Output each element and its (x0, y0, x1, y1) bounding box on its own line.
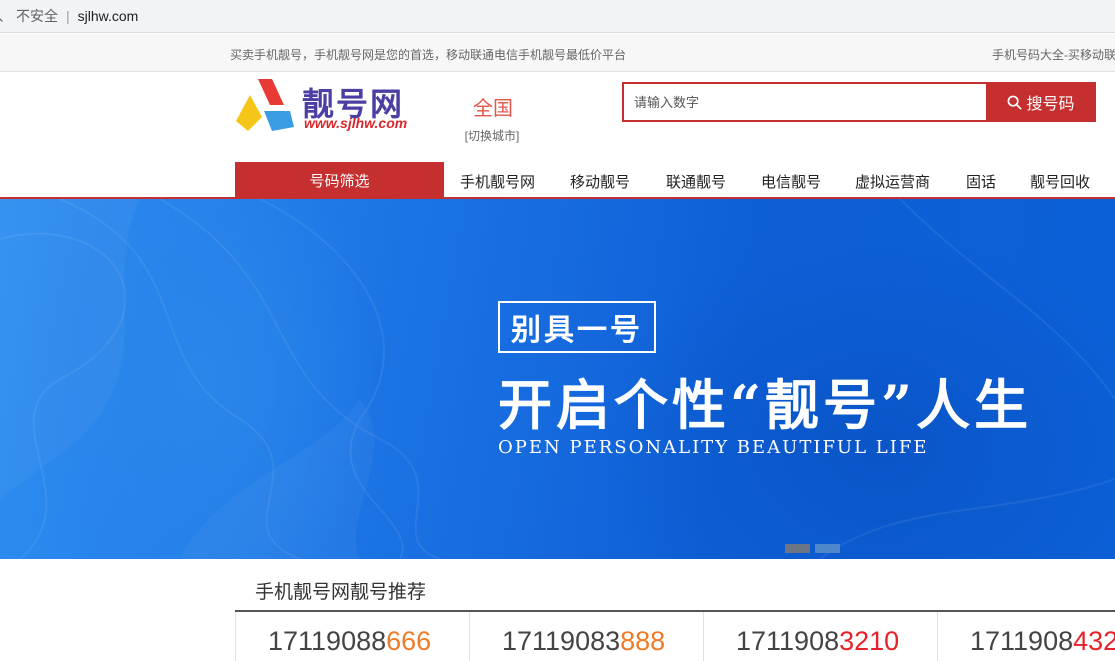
number-suffix: 666 (386, 626, 432, 656)
banner-subline: OPEN PERSONALITY BEAUTIFUL LIFE (498, 437, 929, 458)
number-suffix: 888 (620, 626, 666, 656)
top-strip: 买卖手机靓号，手机靓号网是您的首选，移动联通电信手机靓号最低价平台 手机号码大全… (0, 34, 1115, 72)
browser-address-bar[interactable]: 、 不安全 | sjlhw.com (0, 0, 1115, 33)
number-card[interactable]: 17119088666 (235, 612, 469, 661)
number-suffix: 432 (1073, 626, 1115, 656)
number-prefix: 17119088 (268, 626, 387, 656)
current-city: 全国 (473, 98, 513, 120)
number-prefix: 17119083 (502, 626, 621, 656)
carousel-dot-2[interactable] (815, 544, 840, 553)
site-logo[interactable]: 靓号网 www.sjlhw.com (232, 77, 444, 137)
city-selector[interactable]: 全国 [切换城市] (462, 92, 522, 144)
site-slogan: 买卖手机靓号，手机靓号网是您的首选，移动联通电信手机靓号最低价平台 (230, 48, 627, 62)
main-nav: 号码筛选 手机靓号网 移动靓号 联通靓号 电信靓号 虚拟运营商 固话 靓号回收 (0, 162, 1115, 199)
logo-mark-icon (236, 79, 294, 131)
search-form: 搜号码 (622, 82, 1096, 122)
search-icon (1008, 95, 1022, 109)
address-separator: | (66, 8, 70, 24)
recommend-title: 手机靓号网靓号推荐 (255, 582, 427, 603)
number-card[interactable]: 1711908432 (937, 612, 1115, 661)
number-card[interactable]: 17119083210 (703, 612, 937, 661)
number-prefix: 1711908 (970, 626, 1074, 656)
hero-banner[interactable]: 别具一号 开启个性“靓号”人生 OPEN PERSONALITY BEAUTIF… (0, 199, 1115, 559)
nav-item-china-mobile[interactable]: 移动靓号 (570, 171, 630, 192)
banner-headline: 开启个性“靓号”人生 (498, 373, 1033, 437)
nav-item-china-unicom[interactable]: 联通靓号 (666, 171, 726, 192)
carousel-dot-1[interactable] (785, 544, 810, 553)
number-suffix: 3210 (839, 626, 900, 656)
top-strip-link[interactable]: 手机号码大全-买移动联 (992, 46, 1115, 63)
nav-item-landline[interactable]: 固话 (966, 171, 996, 192)
number-card[interactable]: 17119083888 (469, 612, 703, 661)
search-button[interactable]: 搜号码 (986, 82, 1096, 122)
number-prefix: 1711908 (736, 626, 840, 656)
nav-item-virtual-operator[interactable]: 虚拟运营商 (855, 171, 930, 192)
nav-item-mobile-numbers[interactable]: 手机靓号网 (460, 171, 535, 192)
insecure-label[interactable]: 不安全 (16, 6, 58, 26)
address-bar-lead: 、 (0, 6, 12, 26)
search-button-label: 搜号码 (1026, 96, 1075, 113)
nav-item-china-telecom[interactable]: 电信靓号 (761, 171, 821, 192)
number-filter-button[interactable]: 号码筛选 (235, 162, 444, 199)
banner-tag: 别具一号 (498, 301, 656, 353)
nav-item-recycle[interactable]: 靓号回收 (1030, 171, 1090, 192)
search-input[interactable] (622, 82, 986, 122)
logo-domain-text: www.sjlhw.com (304, 115, 408, 131)
switch-city-link[interactable]: [切换城市] (462, 127, 522, 144)
url-text[interactable]: sjlhw.com (78, 8, 139, 24)
